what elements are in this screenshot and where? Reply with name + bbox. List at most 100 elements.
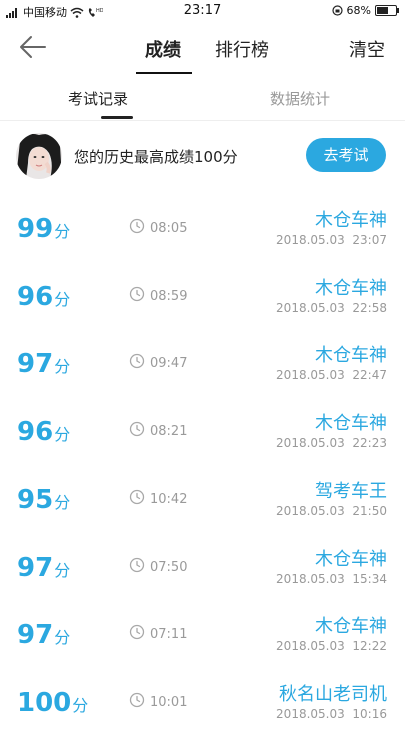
rotation-lock-icon — [331, 5, 343, 16]
clock-icon — [129, 489, 145, 505]
best-score-text: 您的历史最高成绩100分 — [74, 148, 238, 166]
score-unit: 分 — [54, 222, 71, 241]
exam-date: 2018.05.03 — [276, 639, 345, 653]
clock-icon — [129, 218, 145, 234]
sub-tabs: 考试记录 数据统计 — [0, 78, 405, 121]
exam-date: 2018.05.03 — [276, 504, 345, 518]
exam-time: 22:58 — [352, 301, 387, 315]
avatar[interactable] — [16, 133, 62, 179]
clock-icon — [129, 692, 145, 708]
exam-date: 2018.05.03 — [276, 436, 345, 450]
score-unit: 分 — [72, 696, 89, 715]
exam-date: 2018.05.03 — [276, 572, 345, 586]
exam-time: 21:50 — [352, 504, 387, 518]
back-arrow-icon — [20, 36, 46, 58]
score-value: 96分 — [17, 282, 70, 312]
list-item[interactable]: 97分 07:11 木仓车神 2018.05.03 12:22 — [0, 608, 405, 668]
battery-percent: 68% — [346, 4, 371, 17]
tab-exam-records[interactable]: 考试记录 — [68, 88, 128, 109]
score-value: 97分 — [17, 349, 70, 379]
user-nickname: 木仓车神 — [315, 210, 387, 231]
exam-date: 2018.05.03 — [276, 233, 345, 247]
back-button[interactable] — [18, 34, 52, 64]
score-value: 100分 — [17, 688, 88, 718]
exam-date: 2018.05.03 — [276, 368, 345, 382]
start-exam-button[interactable]: 去考试 — [306, 138, 386, 172]
exam-datetime: 2018.05.03 22:58 — [276, 301, 387, 315]
score-unit: 分 — [54, 357, 71, 376]
list-item[interactable]: 97分 07:50 木仓车神 2018.05.03 15:34 — [0, 541, 405, 601]
score-number: 96 — [17, 282, 54, 312]
tab-ranking[interactable]: 排行榜 — [215, 36, 269, 62]
clear-button[interactable]: 清空 — [349, 36, 385, 62]
exam-datetime: 2018.05.03 10:16 — [276, 707, 387, 721]
list-item[interactable]: 96分 08:21 木仓车神 2018.05.03 22:23 — [0, 405, 405, 465]
tab-data-stats[interactable]: 数据统计 — [270, 88, 330, 109]
exam-date: 2018.05.03 — [276, 707, 345, 721]
exam-duration: 08:59 — [150, 289, 188, 304]
clock-icon — [129, 421, 145, 437]
exam-datetime: 2018.05.03 22:47 — [276, 368, 387, 382]
score-unit: 分 — [54, 561, 71, 580]
score-value: 95分 — [17, 485, 70, 515]
status-bar: 中国移动 HD 23:17 68% — [0, 0, 405, 22]
score-number: 96 — [17, 417, 54, 447]
exam-datetime: 2018.05.03 22:23 — [276, 436, 387, 450]
score-unit: 分 — [54, 425, 71, 444]
list-item[interactable]: 97分 09:47 木仓车神 2018.05.03 22:47 — [0, 337, 405, 397]
exam-time: 10:16 — [352, 707, 387, 721]
score-number: 95 — [17, 485, 54, 515]
clock-icon — [129, 557, 145, 573]
exam-duration: 10:01 — [150, 695, 188, 710]
exam-datetime: 2018.05.03 12:22 — [276, 639, 387, 653]
exam-duration: 07:50 — [150, 560, 188, 575]
list-item[interactable]: 95分 10:42 驾考车王 2018.05.03 21:50 — [0, 473, 405, 533]
user-nickname: 木仓车神 — [315, 278, 387, 299]
score-unit: 分 — [54, 493, 71, 512]
list-item[interactable]: 99分 08:05 木仓车神 2018.05.03 23:07 — [0, 202, 405, 262]
user-nickname: 秋名山老司机 — [279, 684, 387, 705]
clock-icon — [129, 624, 145, 640]
score-number: 97 — [17, 620, 54, 650]
exam-datetime: 2018.05.03 23:07 — [276, 233, 387, 247]
exam-time: 12:22 — [352, 639, 387, 653]
exam-datetime: 2018.05.03 21:50 — [276, 504, 387, 518]
battery-icon — [375, 5, 399, 16]
exam-datetime: 2018.05.03 15:34 — [276, 572, 387, 586]
score-number: 100 — [17, 688, 72, 718]
score-unit: 分 — [54, 628, 71, 647]
exam-time: 22:23 — [352, 436, 387, 450]
exam-duration: 09:47 — [150, 356, 188, 371]
best-score-row: 您的历史最高成绩100分 去考试 — [0, 130, 405, 180]
clock-icon — [129, 286, 145, 302]
clock-icon — [129, 353, 145, 369]
user-nickname: 木仓车神 — [315, 345, 387, 366]
score-value: 96分 — [17, 417, 70, 447]
user-nickname: 木仓车神 — [315, 413, 387, 434]
user-nickname: 木仓车神 — [315, 616, 387, 637]
exam-time: 22:47 — [352, 368, 387, 382]
list-item[interactable]: 96分 08:59 木仓车神 2018.05.03 22:58 — [0, 270, 405, 330]
score-value: 97分 — [17, 620, 70, 650]
tab-scores[interactable]: 成绩 — [145, 36, 181, 62]
user-nickname: 驾考车王 — [315, 481, 387, 502]
user-nickname: 木仓车神 — [315, 549, 387, 570]
list-item[interactable]: 100分 10:01 秋名山老司机 2018.05.03 10:16 — [0, 676, 405, 736]
exam-duration: 08:05 — [150, 221, 188, 236]
exam-date: 2018.05.03 — [276, 301, 345, 315]
score-number: 97 — [17, 553, 54, 583]
score-value: 99分 — [17, 214, 70, 244]
score-number: 99 — [17, 214, 54, 244]
exam-duration: 08:21 — [150, 424, 188, 439]
nav-bar: 成绩 排行榜 清空 — [0, 24, 405, 74]
exam-duration: 07:11 — [150, 627, 188, 642]
status-right: 68% — [331, 4, 399, 17]
exam-time: 23:07 — [352, 233, 387, 247]
sub-tab-indicator — [101, 116, 133, 119]
score-unit: 分 — [54, 290, 71, 309]
score-value: 97分 — [17, 553, 70, 583]
score-number: 97 — [17, 349, 54, 379]
active-tab-indicator — [136, 72, 192, 74]
exam-time: 15:34 — [352, 572, 387, 586]
exam-duration: 10:42 — [150, 492, 188, 507]
